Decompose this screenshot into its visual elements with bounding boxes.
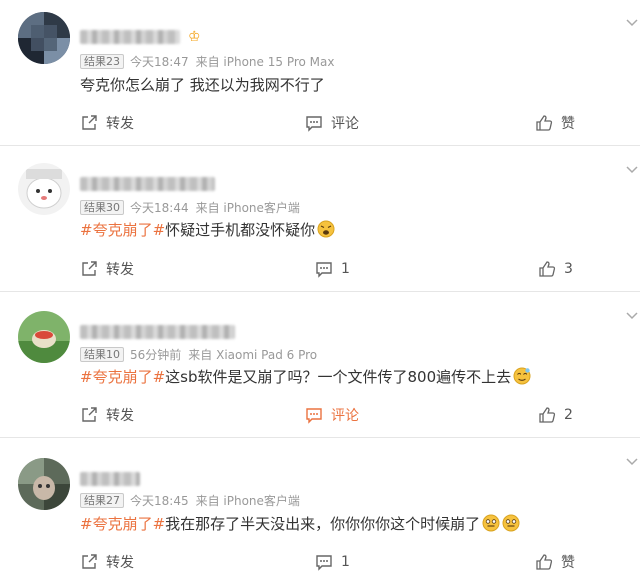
comment-label: 评论 xyxy=(331,408,359,424)
awkward-smile-emoji xyxy=(482,514,500,532)
post-source: 来自 Xiaomi Pad 6 Pro xyxy=(188,347,318,362)
post-source: 来自 iPhone 15 Pro Max xyxy=(195,54,335,69)
repost-button[interactable]: 转发 xyxy=(80,405,134,425)
post-source: 来自 iPhone客户端 xyxy=(195,200,300,215)
thumbs-up-icon xyxy=(535,114,561,132)
comment-icon xyxy=(305,406,331,424)
comment-body: 夸克你怎么崩了 我还以为我网不行了 xyxy=(80,76,325,94)
comment-meta: 结果30 今天18:44 来自 iPhone客户端 xyxy=(80,199,300,215)
awkward-smile-emoji xyxy=(502,514,520,532)
comment-text: #夸克崩了#我在那存了半天没出来，你你你你这个时候崩了 xyxy=(80,514,520,534)
comment-button[interactable]: 1 xyxy=(315,552,350,572)
divider xyxy=(0,291,640,292)
comment-button-active[interactable]: 评论 xyxy=(305,405,359,425)
repost-button[interactable]: 转发 xyxy=(80,552,134,572)
user-level-badge: 结果10 xyxy=(80,346,124,362)
username-blurred[interactable] xyxy=(80,177,215,191)
timestamp: 今天18:44 xyxy=(130,200,189,215)
comment-body: 怀疑过手机都没怀疑你 xyxy=(165,221,316,239)
comment-text: #夸克崩了#这sb软件是又崩了吗？一个文件传了800遍传不上去 xyxy=(80,367,531,387)
username-blurred[interactable] xyxy=(80,30,180,44)
comment-count: 1 xyxy=(341,261,350,277)
timestamp: 56分钟前 xyxy=(130,347,182,362)
username-blurred[interactable] xyxy=(80,472,140,486)
repost-button[interactable]: 转发 xyxy=(80,259,134,279)
timestamp: 今天18:47 xyxy=(130,54,189,69)
comment-button[interactable]: 1 xyxy=(315,259,350,279)
like-button[interactable]: 赞 xyxy=(535,113,575,133)
divider xyxy=(0,145,640,146)
like-button[interactable]: 赞 xyxy=(535,552,575,572)
avatar[interactable] xyxy=(18,311,70,363)
crown-badge-icon: ♔ xyxy=(188,29,201,45)
like-count: 3 xyxy=(564,261,573,277)
comment-meta: 结果27 今天18:45 来自 iPhone客户端 xyxy=(80,492,300,508)
comment-body: 这sb软件是又崩了吗？一个文件传了800遍传不上去 xyxy=(165,368,512,386)
hashtag-link[interactable]: #夸克崩了# xyxy=(80,368,165,386)
repost-button[interactable]: 转发 xyxy=(80,113,134,133)
chevron-down-icon[interactable] xyxy=(626,165,638,175)
repost-icon xyxy=(80,406,106,424)
like-button[interactable]: 3 xyxy=(538,259,573,279)
comment-text: #夸克崩了#怀疑过手机都没怀疑你 xyxy=(80,220,335,240)
like-label: 赞 xyxy=(561,116,575,132)
hashtag-link[interactable]: #夸克崩了# xyxy=(80,515,165,533)
repost-label: 转发 xyxy=(106,555,134,571)
comment-button[interactable]: 评论 xyxy=(305,113,359,133)
post-source: 来自 iPhone客户端 xyxy=(195,493,300,508)
user-level-badge: 结果27 xyxy=(80,492,124,508)
dizzy-face-emoji xyxy=(513,367,531,385)
timestamp: 今天18:45 xyxy=(130,493,189,508)
repost-label: 转发 xyxy=(106,262,134,278)
avatar[interactable] xyxy=(18,12,70,64)
divider xyxy=(0,437,640,438)
like-label: 赞 xyxy=(561,555,575,571)
comment-body: 我在那存了半天没出来，你你你你这个时候崩了 xyxy=(165,515,481,533)
comment-icon xyxy=(305,114,331,132)
chevron-down-icon[interactable] xyxy=(626,18,638,28)
user-level-badge: 结果23 xyxy=(80,53,124,69)
comment-feed: ♔ 结果23 今天18:47 来自 iPhone 15 Pro Max 夸克你怎… xyxy=(0,0,640,584)
like-count: 2 xyxy=(564,407,573,423)
repost-label: 转发 xyxy=(106,116,134,132)
chevron-down-icon[interactable] xyxy=(626,457,638,467)
repost-icon xyxy=(80,260,106,278)
avatar[interactable] xyxy=(18,458,70,510)
repost-icon xyxy=(80,553,106,571)
angry-face-emoji xyxy=(317,220,335,238)
user-level-badge: 结果30 xyxy=(80,199,124,215)
hashtag-link[interactable]: #夸克崩了# xyxy=(80,221,165,239)
thumbs-up-icon xyxy=(535,553,561,571)
thumbs-up-icon xyxy=(538,406,564,424)
comment-text: 夸克你怎么崩了 我还以为我网不行了 xyxy=(80,75,325,95)
chevron-down-icon[interactable] xyxy=(626,311,638,321)
comment-icon xyxy=(315,553,341,571)
username-blurred[interactable] xyxy=(80,325,235,339)
comment-meta: 结果10 56分钟前 来自 Xiaomi Pad 6 Pro xyxy=(80,346,317,362)
repost-icon xyxy=(80,114,106,132)
comment-meta: 结果23 今天18:47 来自 iPhone 15 Pro Max xyxy=(80,53,334,69)
avatar[interactable] xyxy=(18,163,70,215)
thumbs-up-icon xyxy=(538,260,564,278)
like-button[interactable]: 2 xyxy=(538,405,573,425)
comment-icon xyxy=(315,260,341,278)
repost-label: 转发 xyxy=(106,408,134,424)
comment-count: 1 xyxy=(341,554,350,570)
comment-label: 评论 xyxy=(331,116,359,132)
